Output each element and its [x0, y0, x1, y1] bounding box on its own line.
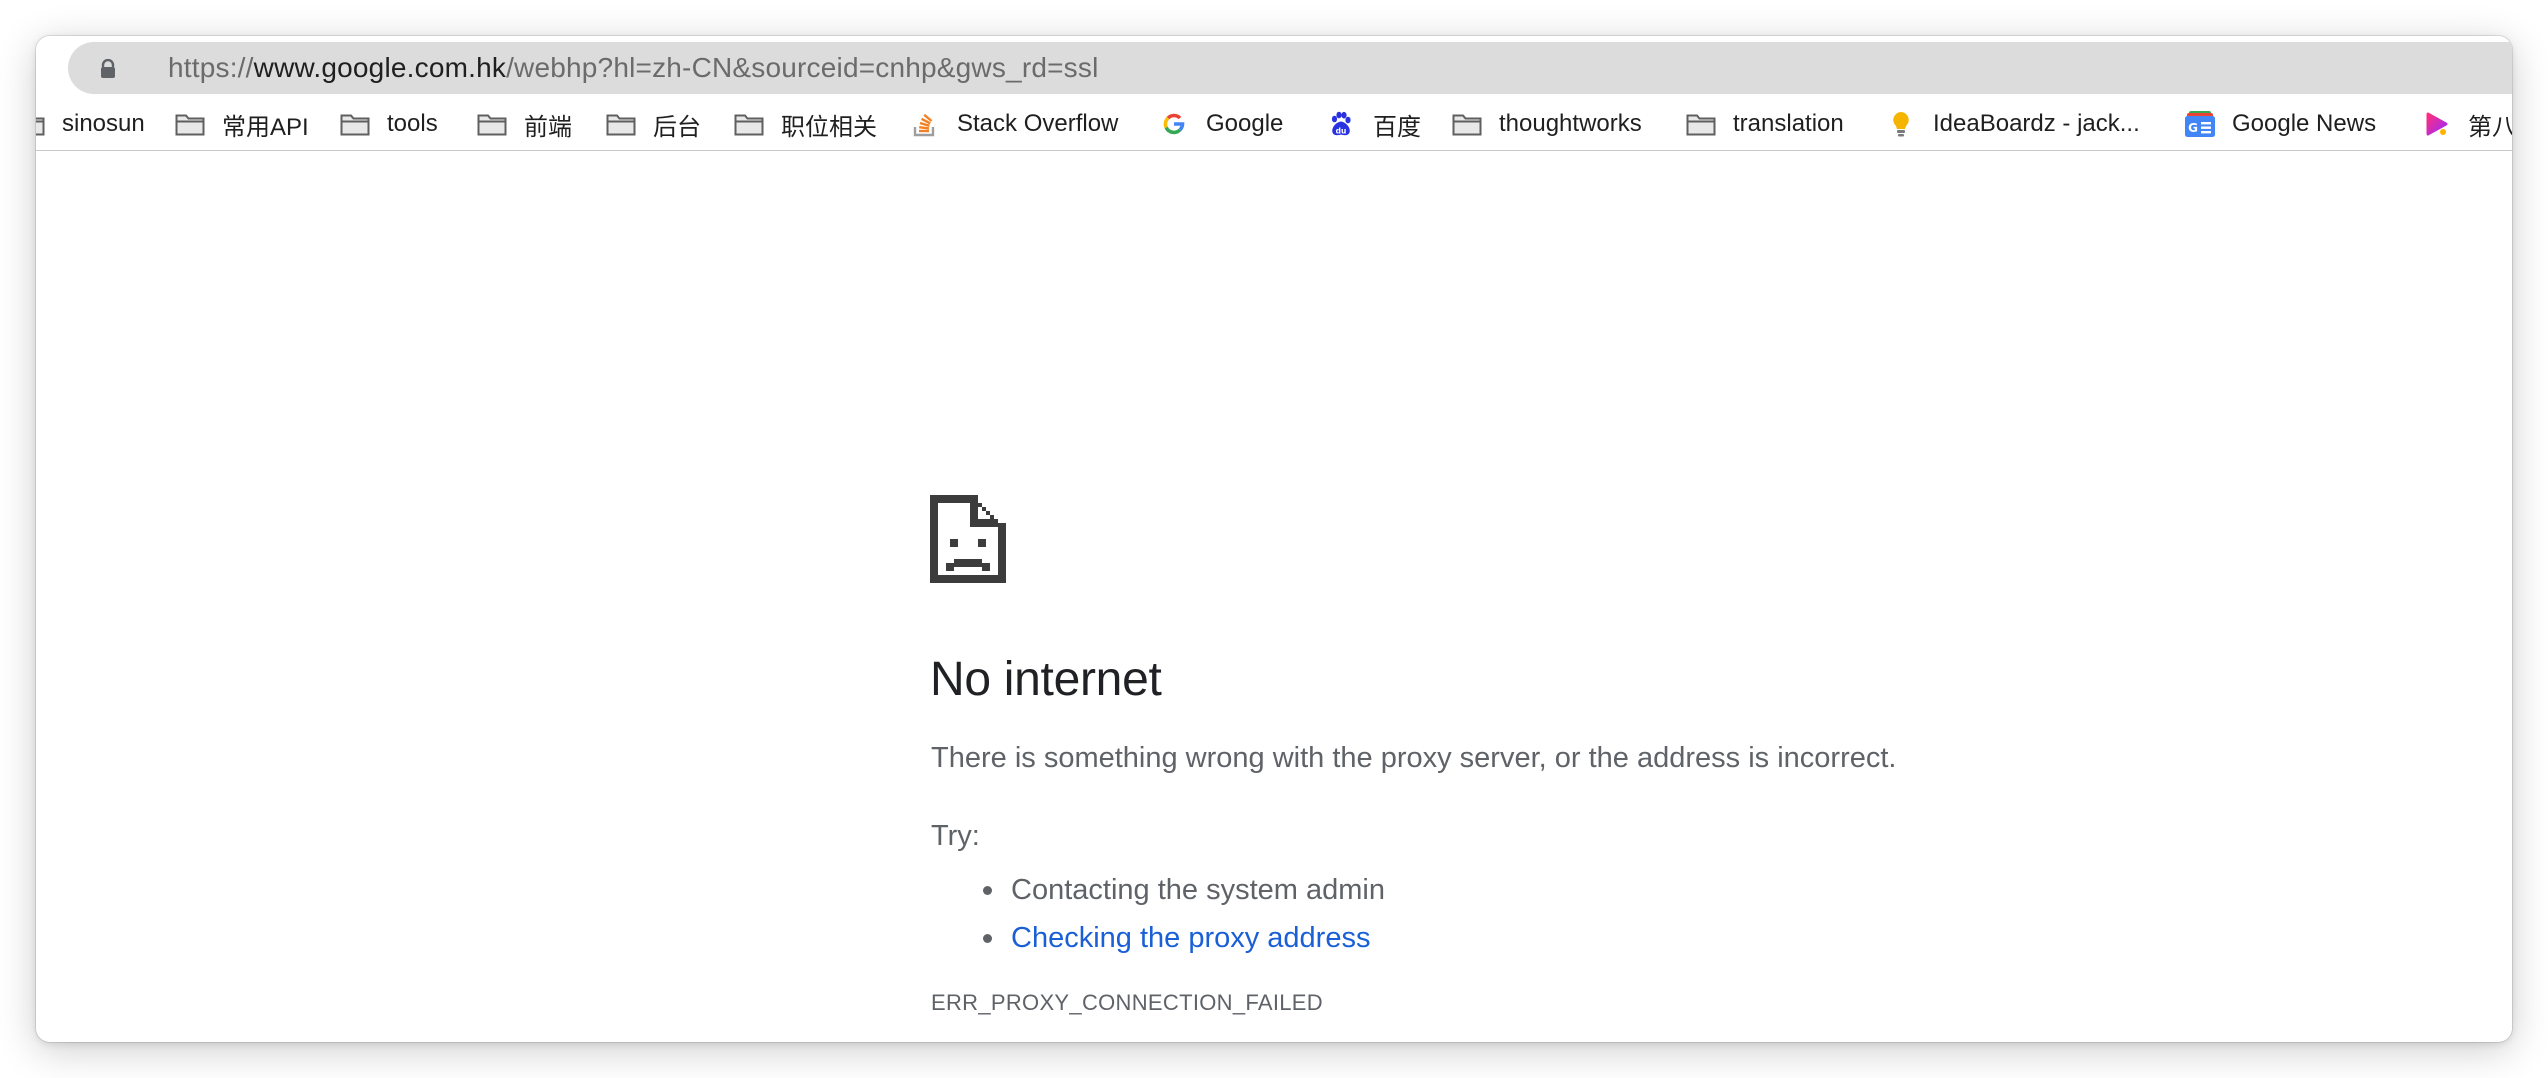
bookmark-stack-overflow[interactable]: Stack Overflow: [909, 98, 1118, 150]
bookmark-label: 第八: [2468, 113, 2512, 141]
url-text[interactable]: https://www.google.com.hk/webhp?hl=zh-CN…: [168, 42, 1099, 94]
url-path: /webhp?hl=zh-CN&sourceid=cnhp&gws_rd=ssl: [506, 52, 1099, 83]
bookmark-sinosun[interactable]: sinosun: [36, 98, 145, 150]
try-label: Try:: [931, 820, 980, 852]
bookmark-label: sinosun: [62, 110, 145, 137]
error-description: There is something wrong with the proxy …: [931, 742, 1897, 774]
suggestions-list: Contacting the system admin Checking the…: [931, 866, 1385, 962]
error-headline: No internet: [930, 653, 1162, 706]
bookmark-label: tools: [387, 110, 438, 137]
url-host: www.google.com.hk: [253, 52, 507, 83]
bookmark-common-api[interactable]: 常用API: [174, 98, 309, 150]
error-code: ERR_PROXY_CONNECTION_FAILED: [931, 990, 1323, 1015]
sad-page-icon: [930, 495, 1006, 583]
browser-toolbar: https://www.google.com.hk/webhp?hl=zh-CN…: [36, 36, 2512, 96]
bookmark-backend[interactable]: 后台: [605, 98, 701, 150]
lightbulb-icon: [1885, 110, 1917, 138]
bookmark-label: translation: [1733, 110, 1844, 137]
bookmark-thoughtworks[interactable]: thoughtworks: [1451, 98, 1642, 150]
bookmark-translation[interactable]: translation: [1685, 98, 1844, 150]
folder-icon: [733, 110, 765, 138]
bookmark-label: Google News: [2232, 110, 2377, 137]
bookmark-label: 后台: [653, 113, 701, 141]
bookmark-label: 前端: [524, 113, 572, 141]
bookmark-label: 常用API: [222, 113, 309, 141]
bookmark-label: Google: [1206, 110, 1284, 137]
bookmark-label: IdeaBoardz - jack...: [1933, 110, 2140, 137]
google-icon: [1158, 110, 1190, 138]
bookmark-tools[interactable]: tools: [339, 98, 438, 150]
folder-icon: [1451, 110, 1483, 138]
folder-icon: [1685, 110, 1717, 138]
svg-text:du: du: [1336, 127, 1347, 136]
google-news-icon: G: [2184, 110, 2216, 138]
browser-window: https://www.google.com.hk/webhp?hl=zh-CN…: [36, 36, 2512, 1042]
bookmark-ideaboardz[interactable]: IdeaBoardz - jack...: [1885, 98, 2140, 150]
bookmark-frontend[interactable]: 前端: [476, 98, 572, 150]
stackoverflow-icon: [909, 110, 941, 138]
folder-icon: [605, 110, 637, 138]
bookmark-label: thoughtworks: [1499, 110, 1642, 137]
baidu-icon: du: [1325, 110, 1357, 138]
suggestion-contact-admin: Contacting the system admin: [983, 866, 1385, 914]
folder-icon: [339, 110, 371, 138]
lock-icon[interactable]: [98, 59, 118, 79]
bookmark-label: Stack Overflow: [957, 110, 1119, 137]
bookmark-google-news[interactable]: G Google News: [2184, 98, 2376, 150]
bookmark-label: 百度: [1373, 113, 1421, 141]
bookmark-truncated[interactable]: 第八: [2420, 98, 2512, 150]
bookmarks-bar: sinosun 常用API tools 前端 后台 职位相关 Stack Ove…: [36, 98, 2512, 151]
address-bar[interactable]: https://www.google.com.hk/webhp?hl=zh-CN…: [68, 42, 2512, 94]
error-page: No internet There is something wrong wit…: [36, 152, 2512, 1042]
url-scheme: https://: [168, 52, 254, 83]
bookmark-label: 职位相关: [781, 113, 877, 141]
bookmark-jobs[interactable]: 职位相关: [733, 98, 877, 150]
folder-icon: [174, 110, 206, 138]
suggestion-check-proxy: Checking the proxy address: [983, 914, 1385, 962]
folder-icon: [36, 110, 46, 138]
bookmark-baidu[interactable]: du 百度: [1325, 98, 1421, 150]
svg-text:G: G: [2188, 121, 2198, 135]
check-proxy-link[interactable]: Checking the proxy address: [1011, 922, 1370, 954]
folder-icon: [476, 110, 508, 138]
bookmark-google[interactable]: Google: [1158, 98, 1283, 150]
play-icon: [2420, 110, 2452, 138]
